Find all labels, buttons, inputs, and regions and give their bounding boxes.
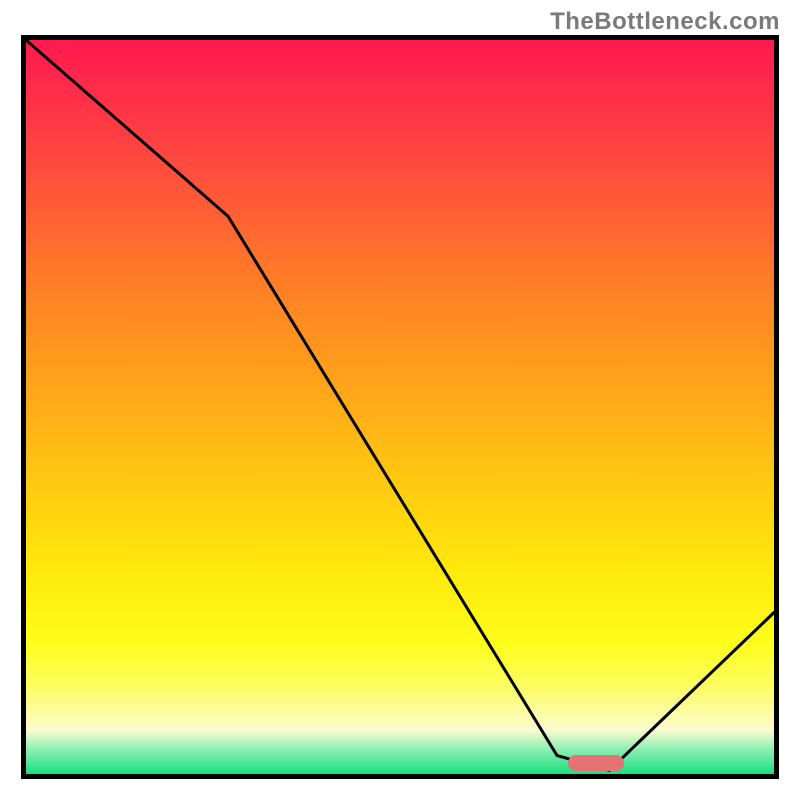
watermark-text: TheBottleneck.com <box>550 8 780 36</box>
chart-svg <box>26 40 774 774</box>
bottleneck-curve-path <box>26 40 774 770</box>
optimal-region-marker <box>568 755 624 771</box>
chart-area <box>21 35 779 779</box>
